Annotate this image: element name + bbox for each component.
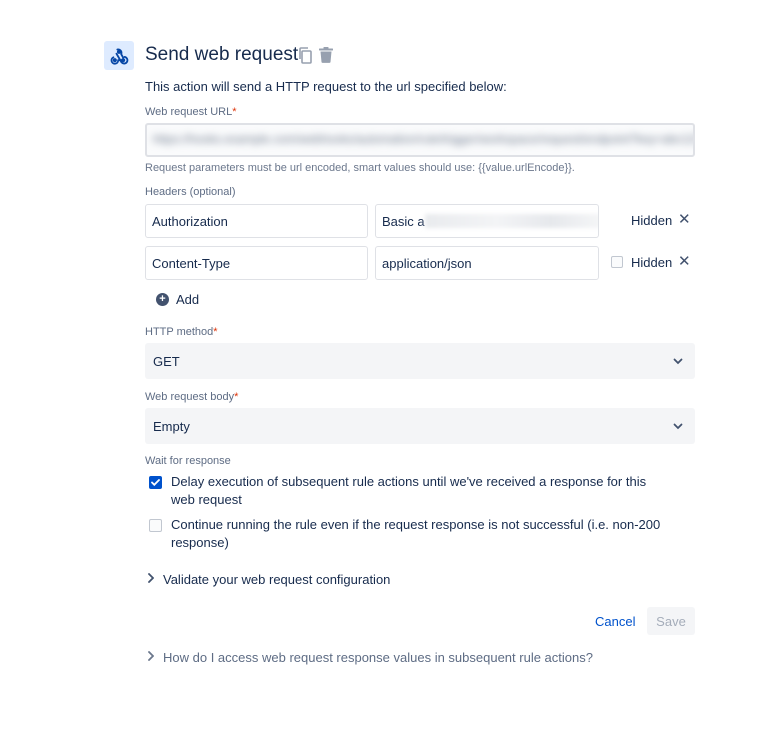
- checkbox-checked[interactable]: [149, 476, 162, 489]
- help-expander[interactable]: How do I access web request response val…: [148, 650, 593, 665]
- hidden-label: Hidden: [631, 213, 673, 228]
- redacted-value: [424, 214, 598, 228]
- request-body-label: Web request body*: [145, 391, 239, 403]
- web-request-url-input[interactable]: https://hooks.example.com/webhooks/autom…: [145, 123, 695, 157]
- cancel-button[interactable]: Cancel: [589, 608, 641, 635]
- page-title: Send web request: [145, 44, 299, 65]
- chevron-right-icon: [148, 573, 155, 586]
- remove-header-icon[interactable]: ✕: [678, 252, 691, 270]
- wait-for-response-label: Wait for response: [145, 455, 231, 467]
- http-method-label: HTTP method*: [145, 326, 218, 338]
- plus-icon: +: [156, 293, 169, 306]
- url-label: Web request URL*: [145, 106, 237, 118]
- chevron-down-icon: [673, 358, 683, 364]
- delay-execution-text: Delay execution of subsequent rule actio…: [171, 474, 647, 507]
- chevron-right-icon: [148, 651, 155, 664]
- http-method-value: GET: [153, 353, 180, 369]
- webhook-icon: [104, 41, 134, 70]
- validate-config-label: Validate your web request configuration: [163, 572, 391, 587]
- hidden-label: Hidden: [631, 255, 673, 270]
- copy-icon[interactable]: [297, 46, 313, 64]
- url-value: https://hooks.example.com/webhooks/autom…: [153, 132, 695, 146]
- help-link-label: How do I access web request response val…: [163, 650, 593, 665]
- add-label: Add: [176, 292, 200, 307]
- request-body-select[interactable]: Empty: [145, 408, 695, 444]
- header-value-input[interactable]: application/json: [375, 246, 599, 280]
- add-header-button[interactable]: + Add: [156, 292, 199, 307]
- continue-running-option[interactable]: Continue running the rule even if the re…: [149, 516, 669, 552]
- http-method-select[interactable]: GET: [145, 343, 695, 379]
- chevron-down-icon: [673, 423, 683, 429]
- header-key-input[interactable]: Content-Type: [145, 246, 368, 280]
- continue-running-text: Continue running the rule even if the re…: [171, 517, 661, 550]
- remove-header-icon[interactable]: ✕: [678, 210, 691, 228]
- checkbox-unchecked[interactable]: [149, 519, 162, 532]
- trash-icon[interactable]: [318, 46, 334, 64]
- header-value-input[interactable]: Basic a: [375, 204, 599, 238]
- action-description: This action will send a HTTP request to …: [145, 79, 507, 94]
- validate-config-toggle[interactable]: Validate your web request configuration: [148, 572, 390, 587]
- headers-label: Headers (optional): [145, 186, 236, 198]
- header-key-input[interactable]: Authorization: [145, 204, 368, 238]
- save-button[interactable]: Save: [647, 607, 695, 635]
- hidden-checkbox[interactable]: [611, 256, 623, 268]
- delay-execution-option[interactable]: Delay execution of subsequent rule actio…: [149, 473, 669, 509]
- url-helper-text: Request parameters must be url encoded, …: [145, 162, 575, 174]
- header-value-text: Basic a: [382, 214, 425, 229]
- request-body-value: Empty: [153, 418, 190, 434]
